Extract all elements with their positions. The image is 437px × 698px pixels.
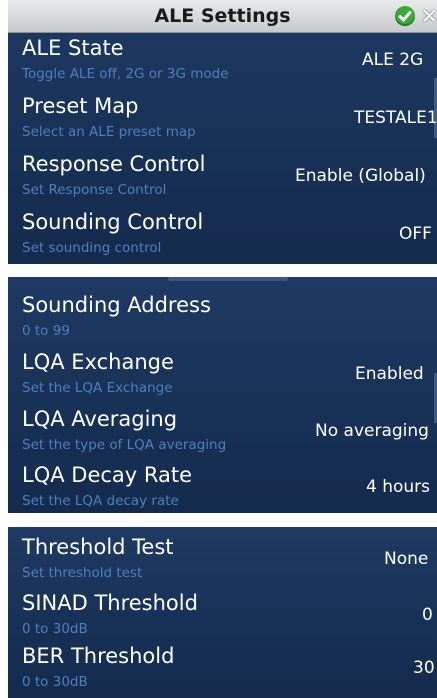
setting-value: ALE 2G xyxy=(362,50,424,70)
setting-label: Threshold Test xyxy=(22,535,174,559)
check-circle-icon[interactable] xyxy=(395,6,415,26)
divider xyxy=(168,277,288,281)
title-bar: ALE Settings ✕ xyxy=(8,0,437,33)
setting-row-response-control[interactable]: Response Control Set Response Control En… xyxy=(8,152,437,208)
setting-row-lqa-exchange[interactable]: LQA Exchange Set the LQA Exchange Enable… xyxy=(8,350,437,406)
setting-description: Set Response Control xyxy=(22,182,167,198)
setting-description: Set the LQA decay rate xyxy=(22,493,179,509)
setting-row-threshold-test[interactable]: Threshold Test Set threshold test None xyxy=(8,535,437,589)
setting-label: Sounding Control xyxy=(22,210,204,234)
setting-label: SINAD Threshold xyxy=(22,591,198,615)
setting-value: TESTALE1 xyxy=(354,108,437,128)
setting-description: Toggle ALE off, 2G or 3G mode xyxy=(22,66,229,82)
setting-description: 0 to 99 xyxy=(22,323,70,339)
setting-row-lqa-decay-rate[interactable]: LQA Decay Rate Set the LQA decay rate 4 … xyxy=(8,463,437,513)
setting-description: 0 to 30dB xyxy=(22,674,88,690)
setting-row-lqa-averaging[interactable]: LQA Averaging Set the type of LQA averag… xyxy=(8,407,437,463)
setting-value: Enabled xyxy=(355,364,424,384)
setting-label: BER Threshold xyxy=(22,644,175,668)
page-title: ALE Settings xyxy=(154,5,291,27)
setting-row-ale-state[interactable]: ALE State Toggle ALE off, 2G or 3G mode … xyxy=(8,36,437,92)
ale-settings-panel-3: Threshold Test Set threshold test None S… xyxy=(8,527,437,698)
setting-value: 0 xyxy=(422,605,433,625)
setting-row-sounding-control[interactable]: Sounding Control Set sounding control OF… xyxy=(8,210,437,264)
setting-label: Preset Map xyxy=(22,94,139,118)
setting-value: Enable (Global) xyxy=(295,166,426,186)
setting-description: Select an ALE preset map xyxy=(22,124,196,140)
setting-description: Set sounding control xyxy=(22,240,162,256)
setting-label: LQA Exchange xyxy=(22,350,174,374)
setting-label: LQA Decay Rate xyxy=(22,463,193,487)
setting-row-ber-threshold[interactable]: BER Threshold 0 to 30dB 30 xyxy=(8,644,437,698)
close-icon[interactable]: ✕ xyxy=(421,5,437,27)
ale-settings-panel-2: Sounding Address 0 to 99 LQA Exchange Se… xyxy=(8,277,437,513)
setting-description: Set the LQA Exchange xyxy=(22,380,173,396)
setting-value: No averaging xyxy=(315,421,429,441)
setting-value: None xyxy=(384,549,429,569)
setting-value: 4 hours xyxy=(366,477,431,497)
setting-label: Response Control xyxy=(22,152,206,176)
ale-settings-panel-1: ALE Settings ✕ ALE State Toggle ALE off,… xyxy=(8,0,437,264)
setting-description: 0 to 30dB xyxy=(22,621,88,637)
setting-value: 30 xyxy=(413,658,435,678)
setting-value: OFF xyxy=(399,224,432,244)
setting-description: Set the type of LQA averaging xyxy=(22,437,227,453)
setting-description: Set threshold test xyxy=(22,565,143,581)
setting-label: Sounding Address xyxy=(22,293,211,317)
setting-row-preset-map[interactable]: Preset Map Select an ALE preset map TEST… xyxy=(8,94,437,150)
setting-label: ALE State xyxy=(22,36,124,60)
setting-label: LQA Averaging xyxy=(22,407,178,431)
setting-row-sinad-threshold[interactable]: SINAD Threshold 0 to 30dB 0 xyxy=(8,591,437,645)
setting-row-sounding-address[interactable]: Sounding Address 0 to 99 xyxy=(8,293,437,349)
